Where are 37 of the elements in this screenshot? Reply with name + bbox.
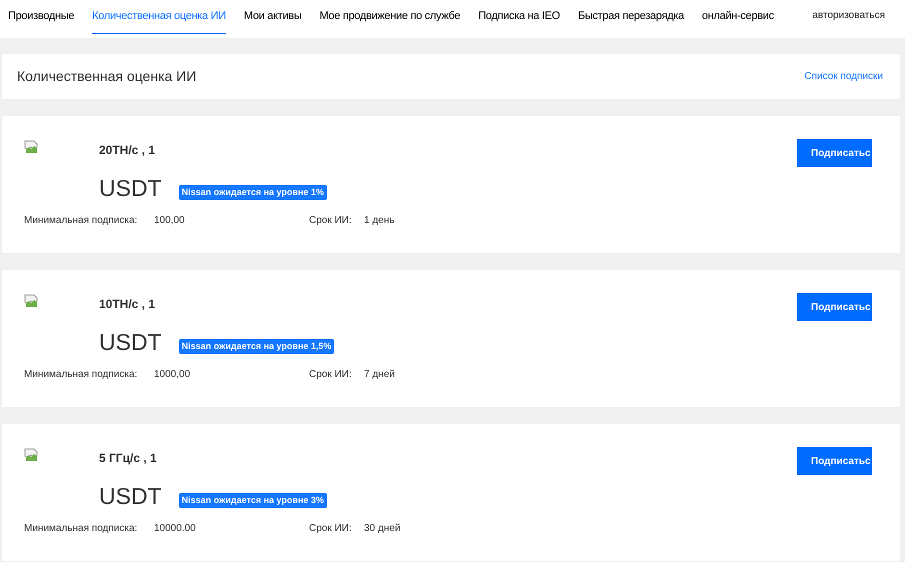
nav-tab[interactable]: Количественная оценка ИИ — [92, 0, 226, 34]
broken-image-icon — [24, 140, 38, 154]
nav-tab[interactable]: онлайн-сервис — [702, 0, 774, 34]
page-title: Количественная оценка ИИ — [17, 67, 196, 86]
login-link[interactable]: авторизоваться — [812, 0, 885, 30]
currency-label: USDT — [99, 175, 162, 201]
currency-label: USDT — [99, 329, 162, 355]
nav-tab[interactable]: Мои активы — [244, 0, 302, 34]
product-name: 20TH/c , 1 — [99, 142, 156, 159]
min-subscription-label: Минимальная подписка: — [24, 522, 138, 536]
nav-tab[interactable]: Подписка на IEO — [478, 0, 560, 34]
term-label: Срок ИИ: — [309, 368, 353, 382]
nav-tab[interactable]: Быстрая перезарядка — [578, 0, 684, 34]
yield-badge: Nissan ожидается на уровне 1% — [178, 184, 327, 200]
min-subscription-label: Минимальная подписка: — [24, 214, 138, 228]
nav-tab[interactable]: Мое продвижение по службе — [319, 0, 460, 34]
nav-tab[interactable]: Производные — [8, 0, 74, 34]
term-value: 7 дней — [364, 368, 395, 382]
subscribe-button[interactable]: Подписатьс — [797, 139, 872, 167]
broken-image-icon — [24, 448, 38, 462]
product-name: 5 ГГц/с , 1 — [99, 450, 157, 467]
min-subscription-label: Минимальная подписка: — [24, 368, 138, 382]
term-label: Срок ИИ: — [309, 522, 353, 536]
subscribe-button[interactable]: Подписатьс — [797, 447, 872, 475]
yield-badge: Nissan ожидается на уровне 3% — [178, 492, 327, 508]
product-name: 10TH/c , 1 — [99, 296, 156, 313]
subscribe-button[interactable]: Подписатьс — [797, 293, 872, 321]
min-subscription-value: 10000.00 — [154, 522, 197, 536]
subscription-list-link[interactable]: Список подписки — [804, 69, 883, 84]
term-label: Срок ИИ: — [309, 214, 353, 228]
broken-image-icon — [24, 294, 38, 308]
min-subscription-value: 1000,00 — [154, 368, 192, 382]
term-value: 30 дней — [364, 522, 400, 536]
min-subscription-value: 100,00 — [154, 214, 186, 228]
term-value: 1 день — [364, 214, 394, 228]
yield-badge: Nissan ожидается на уровне 1,5% — [178, 338, 334, 354]
currency-label: USDT — [99, 483, 162, 509]
